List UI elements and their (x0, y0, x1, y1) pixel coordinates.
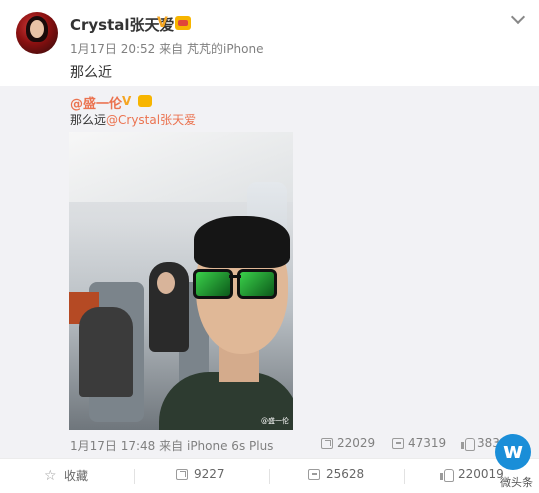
avatar-face (30, 20, 44, 38)
share-button[interactable]: 9227 (176, 467, 225, 481)
repost-text: 那么远@Crystal张天爱 (70, 111, 196, 128)
post-text: 那么近 (70, 65, 112, 81)
comment-button[interactable]: 25628 (308, 467, 364, 481)
share-icon (321, 437, 333, 449)
repost-meta: 1月17日 17:48 来自 iPhone 6s Plus (70, 437, 273, 454)
photo-sunglasses-bridge (229, 275, 241, 278)
post-time[interactable]: 1月17日 20:52 (70, 42, 155, 56)
favorite-label: 收藏 (64, 469, 89, 483)
favorite-button[interactable]: ☆ 收藏 (44, 467, 88, 484)
verified-v-icon: V (157, 15, 168, 31)
like-button[interactable]: 220019 (440, 467, 504, 482)
comment-count: 25628 (326, 467, 365, 481)
repost-mention-link[interactable]: @Crystal张天爱 (106, 113, 196, 127)
repost-time[interactable]: 1月17日 17:48 (70, 439, 155, 453)
repost-verified-v-icon: V (122, 94, 132, 108)
comment-icon (392, 437, 404, 449)
photo-watermark: @盛一伦 (261, 417, 289, 425)
repost-comment-count: 47319 (408, 436, 447, 450)
repost-via-prefix: 来自 (159, 439, 184, 453)
share-icon (176, 468, 188, 480)
repost-photo[interactable]: @盛一伦 (69, 132, 293, 430)
post-meta: 1月17日 20:52 来自 芃芃的iPhone (70, 40, 264, 57)
repost-share-count: 22029 (337, 436, 376, 450)
repost-comment-stat[interactable]: 47319 (392, 436, 446, 450)
post-via-prefix: 来自 (159, 42, 184, 56)
repost-author-name[interactable]: @盛一伦 (70, 93, 122, 112)
watermark-logo-icon: w (495, 434, 531, 470)
photo-sunglasses-right (237, 269, 277, 299)
post-device[interactable]: 芃芃的iPhone (187, 42, 264, 56)
photo-passenger-left (79, 307, 133, 397)
repost-share-stat[interactable]: 22029 (321, 436, 375, 450)
share-count: 9227 (194, 467, 225, 481)
comment-icon (308, 468, 320, 480)
photo-sunglasses-left (193, 269, 233, 299)
divider (134, 469, 135, 484)
watermark-label: 微头条 (500, 476, 533, 489)
repost-text-body: 那么远 (70, 113, 107, 127)
repost-device[interactable]: iPhone 6s Plus (187, 439, 273, 453)
star-icon: ☆ (44, 467, 57, 484)
photo-man-hair (194, 216, 290, 268)
divider (404, 469, 405, 484)
author-avatar[interactable] (16, 12, 58, 54)
photo-passenger-back-face (157, 272, 175, 294)
chevron-down-icon[interactable] (510, 9, 526, 25)
thumbs-up-icon (440, 468, 454, 482)
thumbs-up-icon (461, 437, 475, 451)
like-count: 220019 (458, 467, 504, 481)
weibo-post-card: Crystal张天爱 V 1月17日 20:52 来自 芃芃的iPhone 那么… (0, 0, 539, 493)
member-crown-icon (175, 16, 191, 30)
action-bar: ☆ 收藏 9227 25628 220019 (0, 458, 539, 493)
repost-member-crown-icon (138, 95, 152, 107)
divider (269, 469, 270, 484)
